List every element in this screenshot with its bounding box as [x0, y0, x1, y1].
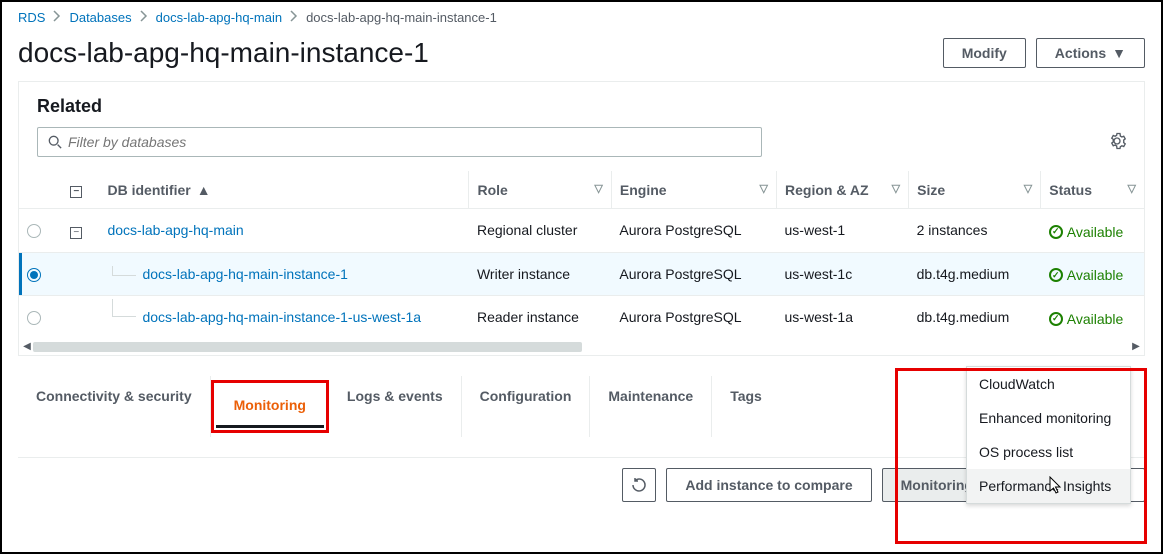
check-circle-icon: ✓ — [1049, 312, 1063, 326]
tab-maintenance[interactable]: Maintenance — [590, 376, 712, 437]
dropdown-item-cloudwatch[interactable]: CloudWatch — [967, 367, 1130, 401]
filter-input[interactable] — [68, 134, 751, 150]
cell-role: Writer instance — [469, 252, 611, 296]
monitoring-dropdown-menu: CloudWatch Enhanced monitoring OS proces… — [966, 366, 1131, 504]
cell-size: 2 instances — [909, 209, 1041, 253]
caret-down-icon: ▽ — [1024, 182, 1032, 195]
tab-logs-events[interactable]: Logs & events — [329, 376, 462, 437]
caret-down-icon: ▽ — [1128, 182, 1136, 195]
check-circle-icon: ✓ — [1049, 268, 1063, 282]
db-identifier-link[interactable]: docs-lab-apg-hq-main-instance-1-us-west-… — [142, 309, 421, 325]
actions-button[interactable]: Actions ▼ — [1036, 38, 1145, 68]
col-region-az[interactable]: Region & AZ▽ — [777, 171, 909, 209]
cell-role: Reader instance — [469, 296, 611, 339]
breadcrumb-link[interactable]: RDS — [18, 10, 45, 25]
dropdown-item-performance-insights[interactable]: Performance Insights — [967, 469, 1130, 503]
sort-asc-icon: ▲ — [197, 182, 211, 198]
breadcrumb: RDS Databases docs-lab-apg-hq-main docs-… — [2, 2, 1161, 33]
row-radio[interactable] — [27, 268, 41, 282]
horizontal-scrollbar[interactable]: ◀ ▶ — [19, 339, 1144, 355]
cell-region: us-west-1 — [777, 209, 909, 253]
table-row[interactable]: − docs-lab-apg-hq-main Regional cluster … — [19, 209, 1144, 253]
breadcrumb-link[interactable]: Databases — [69, 10, 131, 25]
collapse-icon[interactable]: − — [70, 227, 82, 239]
col-db-identifier[interactable]: DB identifier▲ — [99, 171, 468, 209]
tab-tags[interactable]: Tags — [712, 376, 780, 437]
dropdown-item-os-process-list[interactable]: OS process list — [967, 435, 1130, 469]
cell-engine: Aurora PostgreSQL — [611, 296, 776, 339]
cell-region: us-west-1c — [777, 252, 909, 296]
cell-size: db.t4g.medium — [909, 296, 1041, 339]
cell-size: db.t4g.medium — [909, 252, 1041, 296]
refresh-button[interactable] — [622, 468, 656, 502]
check-circle-icon: ✓ — [1049, 225, 1063, 239]
tab-monitoring[interactable]: Monitoring — [216, 385, 324, 428]
databases-table: − DB identifier▲ Role▽ Engine▽ Region & … — [19, 171, 1144, 339]
status-available: ✓Available — [1049, 311, 1124, 327]
db-identifier-link[interactable]: docs-lab-apg-hq-main-instance-1 — [142, 266, 347, 282]
page-header: docs-lab-apg-hq-main-instance-1 Modify A… — [2, 33, 1161, 81]
tab-connectivity-security[interactable]: Connectivity & security — [18, 376, 211, 437]
row-radio[interactable] — [27, 224, 41, 238]
dropdown-item-enhanced-monitoring[interactable]: Enhanced monitoring — [967, 401, 1130, 435]
col-size[interactable]: Size▽ — [909, 171, 1041, 209]
status-available: ✓Available — [1049, 224, 1124, 240]
scroll-left-icon[interactable]: ◀ — [21, 341, 33, 352]
related-title: Related — [37, 96, 1126, 117]
table-row[interactable]: docs-lab-apg-hq-main-instance-1 Writer i… — [19, 252, 1144, 296]
caret-down-icon: ▽ — [760, 182, 768, 195]
tab-configuration[interactable]: Configuration — [462, 376, 591, 437]
add-instance-button[interactable]: Add instance to compare — [666, 468, 871, 502]
chevron-right-icon — [290, 10, 298, 25]
breadcrumb-link[interactable]: docs-lab-apg-hq-main — [156, 10, 282, 25]
cell-engine: Aurora PostgreSQL — [611, 209, 776, 253]
db-identifier-link[interactable]: docs-lab-apg-hq-main — [107, 222, 243, 238]
gear-icon[interactable] — [1108, 132, 1126, 153]
breadcrumb-current: docs-lab-apg-hq-main-instance-1 — [306, 10, 497, 25]
cell-region: us-west-1a — [777, 296, 909, 339]
chevron-right-icon — [53, 10, 61, 25]
status-available: ✓Available — [1049, 267, 1124, 283]
caret-down-icon: ▽ — [594, 182, 602, 195]
table-row[interactable]: docs-lab-apg-hq-main-instance-1-us-west-… — [19, 296, 1144, 339]
col-role[interactable]: Role▽ — [469, 171, 611, 209]
caret-down-icon: ▼ — [1112, 45, 1126, 61]
scroll-right-icon[interactable]: ▶ — [1130, 341, 1142, 352]
modify-button[interactable]: Modify — [943, 38, 1026, 68]
row-radio[interactable] — [27, 311, 41, 325]
refresh-icon — [631, 477, 647, 493]
filter-input-wrap[interactable] — [37, 127, 762, 157]
col-status[interactable]: Status▽ — [1041, 171, 1144, 209]
expand-all-icon[interactable]: − — [70, 186, 82, 198]
chevron-right-icon — [140, 10, 148, 25]
cell-engine: Aurora PostgreSQL — [611, 252, 776, 296]
related-panel: Related − DB identifier▲ Role▽ Engine▽ R… — [18, 81, 1145, 356]
col-engine[interactable]: Engine▽ — [611, 171, 776, 209]
search-icon — [48, 135, 62, 149]
caret-down-icon: ▽ — [892, 182, 900, 195]
cell-role: Regional cluster — [469, 209, 611, 253]
page-title: docs-lab-apg-hq-main-instance-1 — [18, 37, 429, 69]
